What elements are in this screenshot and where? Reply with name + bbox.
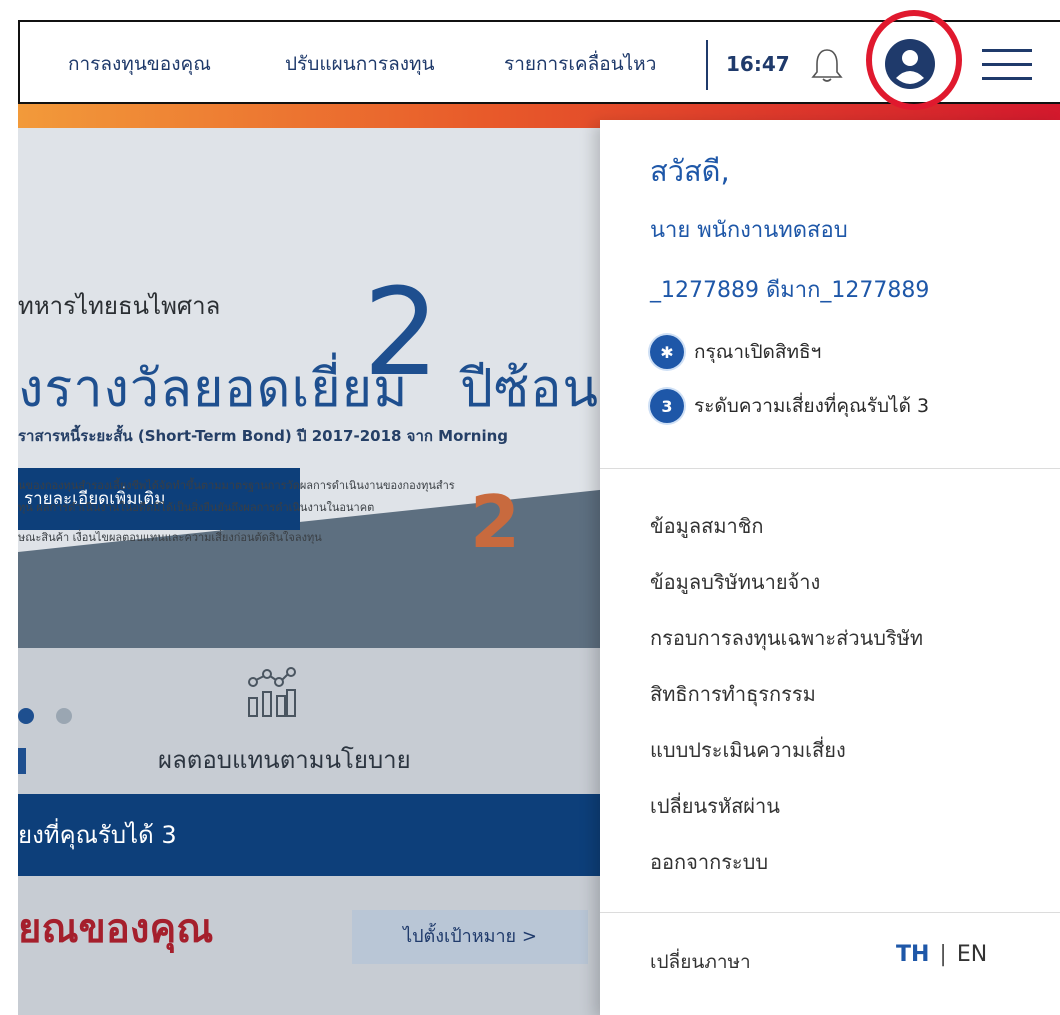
nav-your-investment[interactable]: การลงทุนของคุณ bbox=[68, 22, 211, 106]
nav-adjust-investment-plan[interactable]: ปรับแผนการลงทุน bbox=[285, 22, 435, 106]
status-enable-rights[interactable]: ✱ กรุณาเปิดสิทธิฯ bbox=[650, 334, 821, 370]
language-switcher: TH | EN bbox=[896, 942, 987, 967]
status-risk-level-text: ระดับความเสี่ยงที่คุณรับได้ 3 bbox=[694, 395, 930, 417]
lang-th-option[interactable]: TH bbox=[896, 942, 929, 967]
asterisk-icon: ✱ bbox=[650, 335, 684, 369]
clock-time: 16:47 bbox=[726, 52, 790, 76]
carousel-dot-active[interactable] bbox=[18, 708, 34, 724]
banner-note-3: ษณะสินค้า เงื่อนไขผลตอบแทนและความเสี่ยงก… bbox=[18, 531, 322, 544]
user-dropdown-panel: สวัสดี, นาย พนักงานทดสอบ _1277889 ดีมาก_… bbox=[600, 120, 1060, 1015]
bell-icon[interactable] bbox=[810, 46, 844, 84]
top-navigation-bar: การลงทุนของคุณ ปรับแผนการลงทุน รายการเคล… bbox=[18, 10, 1060, 110]
banner-title: ทหารไทยธนไพศาล bbox=[18, 292, 221, 320]
banner-headline: งรางวัลยอดเยี่ยม bbox=[18, 359, 409, 419]
risk-level-badge: 3 bbox=[650, 389, 684, 423]
greeting: สวัสดี, bbox=[650, 154, 730, 188]
divider bbox=[600, 912, 1060, 913]
menu-logout[interactable]: ออกจากระบบ bbox=[650, 846, 768, 878]
user-code: _1277889 ดีมาก_1277889 bbox=[650, 278, 930, 303]
lang-en-option[interactable]: EN bbox=[957, 942, 987, 967]
chart-growth-icon bbox=[248, 667, 296, 717]
menu-employer-info[interactable]: ข้อมูลบริษัทนายจ้าง bbox=[650, 566, 820, 598]
nav-transactions[interactable]: รายการเคลื่อนไหว bbox=[504, 22, 656, 106]
language-label: เปลี่ยนภาษา bbox=[650, 951, 751, 973]
hamburger-menu-icon[interactable] bbox=[980, 46, 1034, 84]
user-avatar-icon[interactable] bbox=[884, 38, 936, 90]
set-goal-button[interactable]: ไปตั้งเป้าหมาย > bbox=[352, 910, 588, 964]
menu-transaction-rights[interactable]: สิทธิการทำธุรกรรม bbox=[650, 678, 816, 710]
banner-note-2: ทุน ผลการดำเนินงานในอดีตมิได้เป็นสิ่งยืน… bbox=[18, 501, 375, 514]
banner-small-number: 2 bbox=[470, 480, 521, 564]
nav-divider bbox=[706, 40, 708, 90]
divider bbox=[600, 468, 1060, 469]
banner-subtitle: ราสารหนี้ระยะสั้น (Short-Term Bond) ปี 2… bbox=[18, 427, 509, 445]
carousel-dot[interactable] bbox=[56, 708, 72, 724]
menu-change-password[interactable]: เปลี่ยนรหัสผ่าน bbox=[650, 790, 780, 822]
menu-risk-assessment[interactable]: แบบประเมินความเสี่ยง bbox=[650, 734, 846, 766]
status-enable-rights-text: กรุณาเปิดสิทธิฯ bbox=[694, 341, 822, 363]
status-risk-level[interactable]: 3 ระดับความเสี่ยงที่คุณรับได้ 3 bbox=[650, 388, 929, 424]
tab-indicator bbox=[18, 748, 26, 774]
banner-number: 2 bbox=[363, 264, 440, 403]
banner-note-1: นของกองทุนสำรองเลี้ยงชีพได้จัดทำขึ้นตามม… bbox=[18, 479, 455, 492]
menu-member-info[interactable]: ข้อมูลสมาชิก bbox=[650, 510, 763, 542]
lang-separator: | bbox=[939, 942, 947, 967]
menu-company-investment-framework[interactable]: กรอบการลงทุนเฉพาะส่วนบริษัท bbox=[650, 622, 923, 654]
risk-level-band: ยงที่คุณรับได้ 3 bbox=[18, 794, 618, 876]
section-title: ยณของคุณ bbox=[18, 906, 214, 952]
user-name: นาย พนักงานทดสอบ bbox=[650, 218, 848, 243]
banner-headline-suffix: ปีซ้อน bbox=[460, 359, 600, 419]
policy-return-label[interactable]: ผลตอบแทนตามนโยบาย bbox=[158, 740, 411, 779]
